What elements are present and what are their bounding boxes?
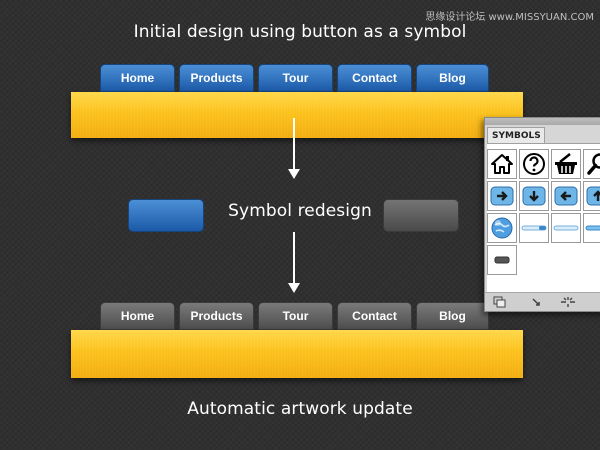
- globe-symbol-icon[interactable]: [487, 213, 517, 243]
- down-arrow-icon: [288, 118, 300, 180]
- arrow-up-symbol-icon[interactable]: [583, 181, 600, 211]
- watermark: 思缘设计论坛 www.MISSYUAN.COM: [425, 12, 594, 23]
- symbol-library-icon[interactable]: [493, 296, 507, 308]
- symbols-panel: SYMBOLS: [484, 117, 600, 312]
- bottom-yellow-bar: [71, 330, 523, 378]
- arrow-down-symbol-icon[interactable]: [519, 181, 549, 211]
- top-heading: Initial design using button as a symbol: [133, 22, 467, 42]
- gray-button-sample: [383, 199, 459, 232]
- home-symbol-icon[interactable]: [487, 149, 517, 179]
- bottom-heading: Automatic artwork update: [187, 399, 413, 419]
- basket-symbol-icon[interactable]: [551, 149, 581, 179]
- break-link-icon[interactable]: [559, 296, 577, 308]
- top-nav-home-button[interactable]: Home: [100, 64, 175, 92]
- symbols-panel-tab[interactable]: SYMBOLS: [487, 127, 545, 143]
- top-nav-bar: Home Products Tour Contact Blog: [100, 64, 489, 92]
- slider-symbol-icon[interactable]: [519, 213, 549, 243]
- gray-button-symbol-icon[interactable]: [487, 245, 517, 275]
- arrow-right-symbol-icon[interactable]: [487, 181, 517, 211]
- magnifier-symbol-icon[interactable]: [583, 149, 600, 179]
- help-symbol-icon[interactable]: [519, 149, 549, 179]
- progress-bar-symbol-icon[interactable]: [551, 213, 581, 243]
- bar-symbol-icon[interactable]: [583, 213, 600, 243]
- panel-toolbar: [485, 292, 600, 311]
- top-nav-tour-button[interactable]: Tour: [258, 64, 333, 92]
- top-nav-blog-button[interactable]: Blog: [416, 64, 489, 92]
- bottom-nav-contact-button[interactable]: Contact: [337, 302, 412, 330]
- place-symbol-icon[interactable]: [531, 296, 545, 308]
- symbols-grid: [487, 143, 600, 294]
- bottom-nav-bar: Home Products Tour Contact Blog: [100, 302, 489, 330]
- down-arrow-icon: [288, 232, 300, 294]
- bottom-nav-blog-button[interactable]: Blog: [416, 302, 489, 330]
- bottom-nav-tour-button[interactable]: Tour: [258, 302, 333, 330]
- panel-title-strip[interactable]: [485, 118, 600, 125]
- bottom-nav-home-button[interactable]: Home: [100, 302, 175, 330]
- top-nav-products-button[interactable]: Products: [179, 64, 254, 92]
- top-nav-contact-button[interactable]: Contact: [337, 64, 412, 92]
- arrow-left-symbol-icon[interactable]: [551, 181, 581, 211]
- bottom-nav-products-button[interactable]: Products: [179, 302, 254, 330]
